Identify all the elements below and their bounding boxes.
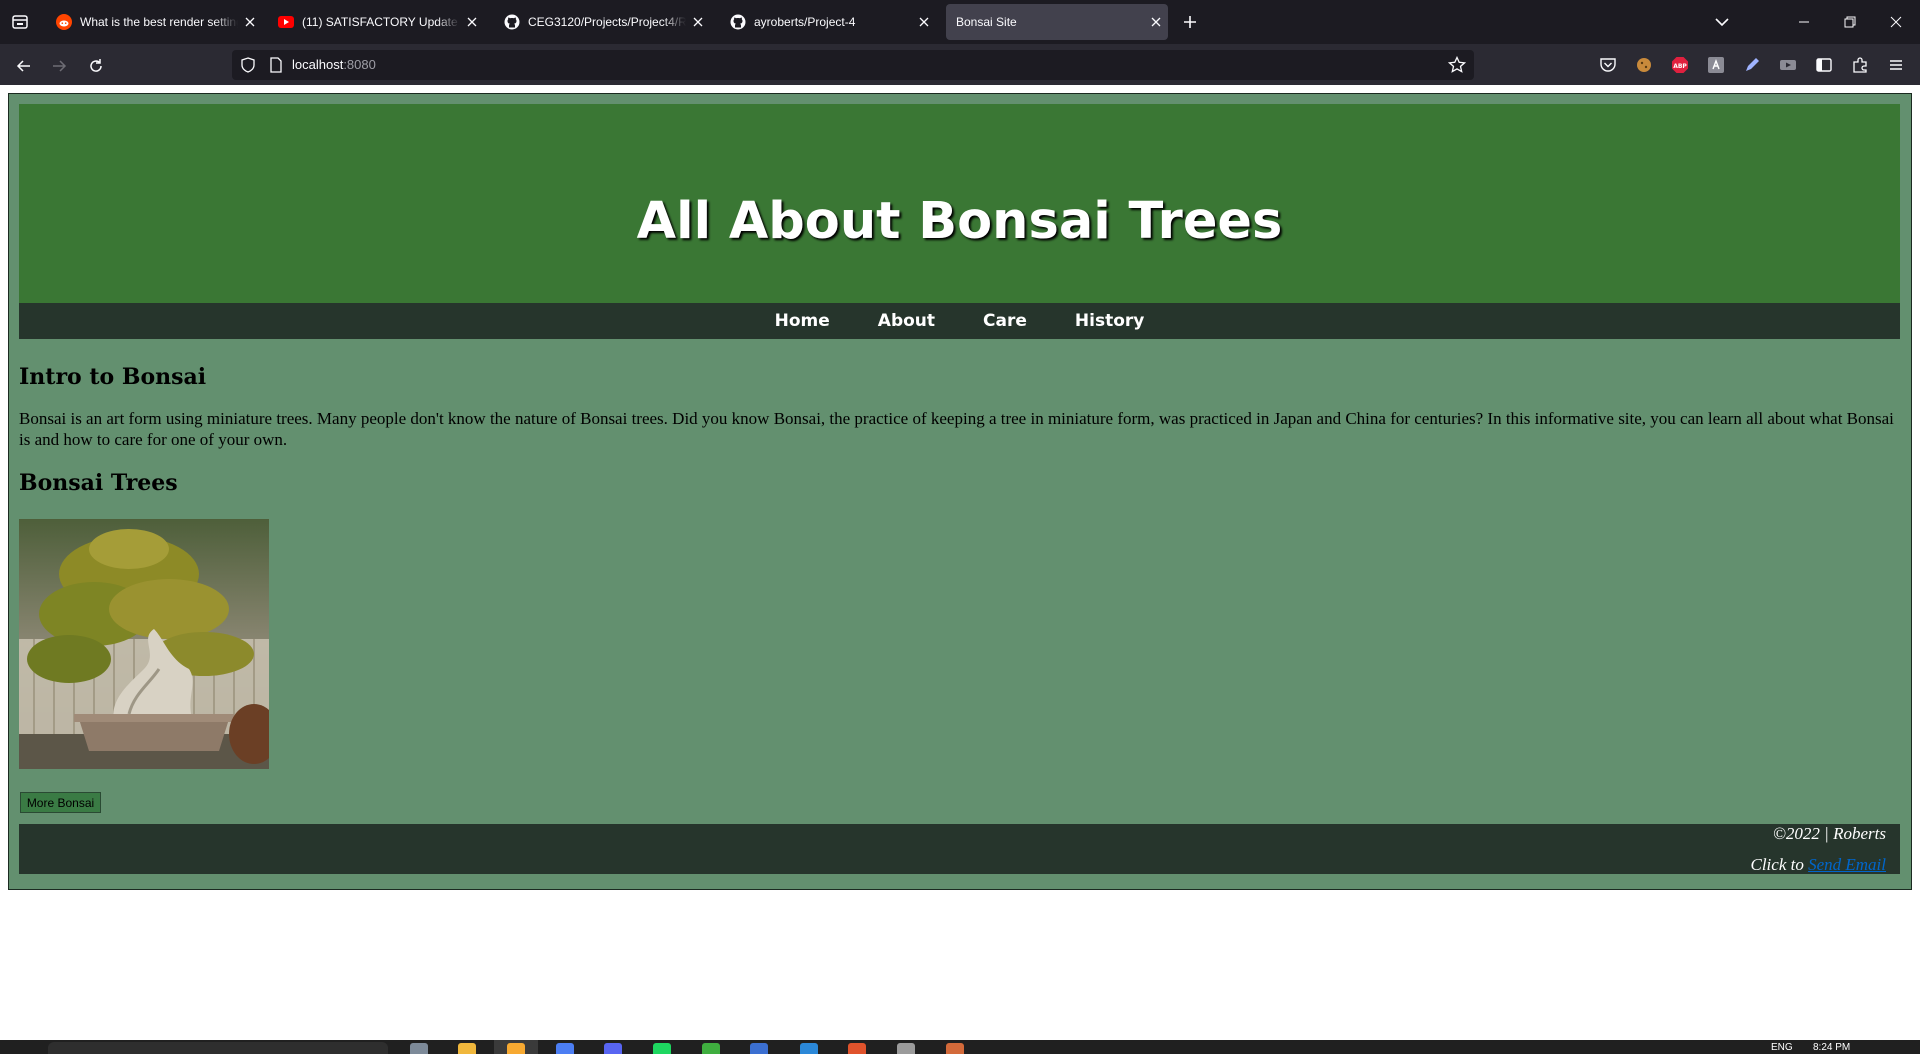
email-line: Click to Send Email xyxy=(1750,855,1886,875)
taskbar-folder-icon[interactable] xyxy=(458,1043,476,1054)
nav-link-about[interactable]: About xyxy=(854,311,959,331)
taskbar-spotify-icon[interactable] xyxy=(653,1043,671,1054)
page-icon[interactable] xyxy=(268,57,284,73)
list-all-tabs-button[interactable] xyxy=(1710,10,1734,34)
firefox-view-icon[interactable] xyxy=(8,10,32,34)
site-title: All About Bonsai Trees xyxy=(636,192,1283,251)
close-icon[interactable] xyxy=(238,10,262,34)
bookmark-star-icon[interactable] xyxy=(1447,55,1467,74)
tab-title: ayroberts/Project-4 xyxy=(754,15,856,29)
github-icon xyxy=(504,14,520,30)
url-host: localhost xyxy=(292,57,344,72)
tab-bonsai-site[interactable]: Bonsai Site xyxy=(946,4,1168,40)
minimize-icon xyxy=(1799,21,1809,23)
svg-text:ABP: ABP xyxy=(1673,63,1687,70)
tab-reddit[interactable]: What is the best render settings xyxy=(46,4,262,40)
taskbar-clock[interactable]: 8:24 PM xyxy=(1813,1042,1850,1053)
nav-link-care[interactable]: Care xyxy=(959,311,1051,331)
nav-link-home[interactable]: Home xyxy=(751,311,854,331)
restore-icon xyxy=(1844,16,1856,28)
tab-title: What is the best render settings xyxy=(80,15,238,29)
github-icon xyxy=(730,14,746,30)
address-bar[interactable]: localhost:8080 xyxy=(232,50,1474,80)
hamburger-menu-icon[interactable] xyxy=(1885,54,1907,76)
page-viewport: All About Bonsai Trees Home About Care H… xyxy=(0,85,1920,1040)
close-icon xyxy=(1890,16,1902,28)
arrow-left-icon xyxy=(16,60,30,72)
taskbar-steam-icon[interactable] xyxy=(897,1043,915,1054)
chevron-down-icon xyxy=(1715,18,1729,27)
tab-youtube[interactable]: (11) SATISFACTORY Update 8 - S xyxy=(268,4,484,40)
youtube-icon xyxy=(278,14,294,30)
close-icon[interactable] xyxy=(686,10,710,34)
close-icon[interactable] xyxy=(460,10,484,34)
adblock-plus-icon[interactable]: ABP xyxy=(1669,54,1691,76)
close-icon[interactable] xyxy=(1144,10,1168,34)
close-icon[interactable] xyxy=(912,10,936,34)
tab-github-project[interactable]: ayroberts/Project-4 xyxy=(720,4,936,40)
url-port: :8080 xyxy=(343,57,376,72)
extension-translate-icon[interactable] xyxy=(1705,54,1727,76)
taskbar-search[interactable] xyxy=(48,1042,388,1054)
nav-link-history[interactable]: History xyxy=(1051,311,1168,331)
more-bonsai-button[interactable]: More Bonsai xyxy=(20,792,101,813)
trees-heading: Bonsai Trees xyxy=(19,470,178,496)
arrow-right-icon xyxy=(53,60,67,72)
sidebar-icon[interactable] xyxy=(1813,54,1835,76)
copyright-text: ©2022 | Roberts xyxy=(1773,824,1886,843)
back-button[interactable] xyxy=(10,52,38,80)
taskbar-app-icon[interactable] xyxy=(507,1043,525,1054)
restore-button[interactable] xyxy=(1827,0,1873,44)
extension-media-icon[interactable] xyxy=(1777,54,1799,76)
taskbar-minecraft-icon[interactable] xyxy=(702,1043,720,1054)
send-email-link[interactable]: Send Email xyxy=(1808,855,1886,874)
taskbar-paint-icon[interactable] xyxy=(946,1043,964,1054)
pocket-icon[interactable] xyxy=(1597,54,1619,76)
site-footer: ©2022 | Roberts Click to Send Email xyxy=(19,824,1900,874)
reload-icon xyxy=(90,59,102,72)
site-container: All About Bonsai Trees Home About Care H… xyxy=(8,93,1912,890)
tab-bar: What is the best render settings (11) SA… xyxy=(0,0,1920,44)
taskbar-word-icon[interactable] xyxy=(750,1043,768,1054)
reload-button[interactable] xyxy=(82,52,110,80)
taskbar-office-icon[interactable] xyxy=(848,1043,866,1054)
site-header: All About Bonsai Trees xyxy=(19,104,1900,303)
reddit-icon xyxy=(56,14,72,30)
close-window-button[interactable] xyxy=(1873,0,1919,44)
tab-github-readme[interactable]: CEG3120/Projects/Project4/REA xyxy=(494,4,710,40)
tab-title: Bonsai Site xyxy=(956,15,1017,29)
taskbar-vscode-icon[interactable] xyxy=(800,1043,818,1054)
minimize-button[interactable] xyxy=(1781,0,1827,44)
taskbar-language[interactable]: ENG xyxy=(1771,1042,1793,1053)
bonsai-tree-image xyxy=(19,519,269,769)
click-to-text: Click to xyxy=(1750,855,1804,874)
intro-heading: Intro to Bonsai xyxy=(19,364,207,390)
new-tab-button[interactable] xyxy=(1178,10,1202,34)
url-text[interactable]: localhost:8080 xyxy=(292,57,376,72)
forward-button[interactable] xyxy=(45,52,73,80)
taskbar-edge-icon[interactable] xyxy=(556,1043,574,1054)
tab-title: CEG3120/Projects/Project4/REA xyxy=(528,15,686,29)
taskbar-discord-icon[interactable] xyxy=(604,1043,622,1054)
site-nav: Home About Care History xyxy=(19,303,1900,339)
taskbar-file-icon[interactable] xyxy=(410,1043,428,1054)
shield-icon[interactable] xyxy=(240,57,256,73)
extension-cookie-icon[interactable] xyxy=(1633,54,1655,76)
taskbar: ENG 8:24 PM xyxy=(0,1040,1920,1054)
intro-paragraph: Bonsai is an art form using miniature tr… xyxy=(19,409,1894,449)
extensions-puzzle-icon[interactable] xyxy=(1849,54,1871,76)
tab-title: (11) SATISFACTORY Update 8 - S xyxy=(302,15,460,29)
extension-pen-icon[interactable] xyxy=(1741,54,1763,76)
plus-icon xyxy=(1184,16,1196,28)
